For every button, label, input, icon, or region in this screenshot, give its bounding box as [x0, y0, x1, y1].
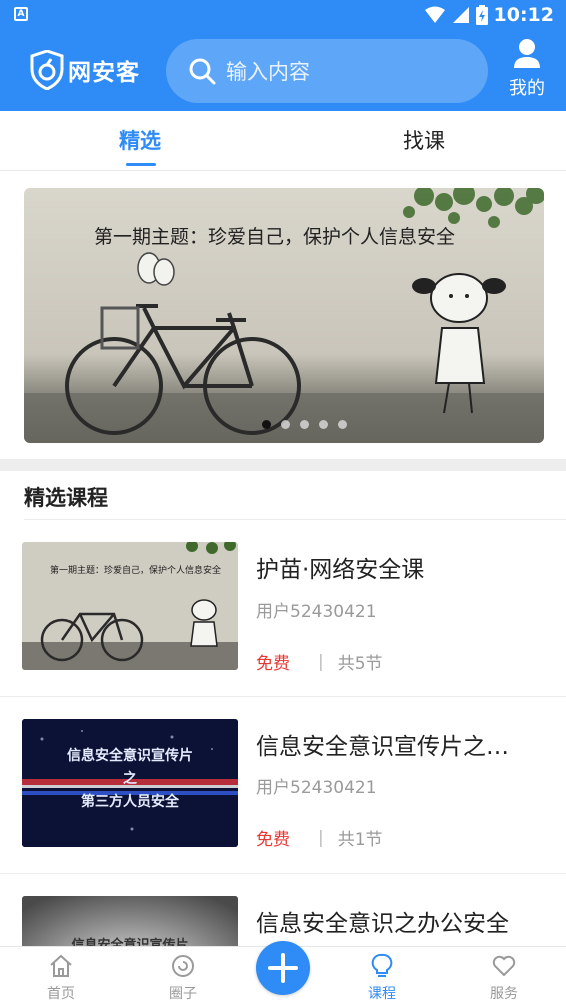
course-title: 信息安全意识之办公安全: [256, 911, 509, 937]
user-icon: [514, 39, 540, 68]
me-label: 我的: [509, 78, 545, 99]
search-icon: [189, 58, 216, 85]
shield-logo-icon: [30, 50, 64, 90]
tab-indicator: [126, 163, 156, 166]
thumb-caption: 第一期主题：珍爱自己，保护个人信息安全: [50, 566, 222, 576]
section-title: 精选课程: [24, 486, 108, 510]
me-button[interactable]: 我的: [506, 38, 548, 104]
banner-caption: 第一期主题：珍爱自己，保护个人信息安全: [94, 226, 456, 248]
nav-label: 首页: [47, 986, 75, 1002]
nav-label: 服务: [490, 986, 518, 1002]
course-title: 护苗·网络安全课: [256, 557, 425, 583]
thumb-caption: 信息安全意识宣传片: [71, 938, 189, 946]
meta-separator: |: [318, 651, 324, 672]
course-meta: 免费 | 共1节: [256, 825, 383, 851]
course-item[interactable]: 第一期主题：珍爱自己，保护个人信息安全 护苗·网络安全课 用户52430421 …: [0, 520, 566, 696]
carousel-dot[interactable]: [338, 420, 347, 429]
carousel-dot[interactable]: [319, 420, 328, 429]
course-thumbnail: 第一期主题：珍爱自己，保护个人信息安全: [22, 542, 238, 670]
status-bar: A 10:12: [0, 0, 566, 30]
tab-featured[interactable]: 精选: [119, 125, 161, 155]
course-author: 用户52430421: [256, 778, 377, 798]
course-title: 信息安全意识宣传片之…: [256, 734, 509, 760]
battery-icon: [475, 5, 488, 25]
status-indicators: 10:12: [424, 4, 554, 26]
tab-find-course[interactable]: 找课: [403, 125, 445, 155]
carousel-dot[interactable]: [281, 420, 290, 429]
course-item[interactable]: 信息安全意识宣传片 之 第三方人员安全 信息安全意识宣传片之… 用户524304…: [0, 697, 566, 873]
tab-bar: 精选 找课: [0, 111, 566, 171]
signal-icon: [452, 7, 469, 23]
section-gap: [0, 459, 566, 471]
home-icon: [50, 954, 72, 977]
app-screen: A 10:12 网安客 输入内容 我的 精选 找课 第一期主题：珍爱自己，保护个…: [0, 0, 566, 1006]
heart-icon: [492, 955, 516, 977]
course-thumbnail: 信息安全意识宣传片: [22, 896, 238, 946]
nav-circle[interactable]: 圈子: [153, 953, 213, 1003]
carousel-dots: [262, 420, 347, 429]
course-lessons: 共5节: [337, 654, 383, 674]
search-bar[interactable]: 输入内容: [166, 39, 488, 103]
carousel-dot[interactable]: [300, 420, 309, 429]
nav-label: 圈子: [169, 986, 197, 1002]
course-author: 用户52430421: [256, 602, 377, 622]
course-price: 免费: [256, 654, 290, 674]
carousel-dot[interactable]: [262, 420, 271, 429]
circle-icon: [172, 955, 194, 977]
nav-home[interactable]: 首页: [31, 953, 91, 1003]
nav-course[interactable]: 课程: [352, 953, 412, 1003]
thumb-caption: 信息安全意识宣传片 之 第三方人员安全: [67, 748, 193, 810]
bulb-icon: [371, 953, 393, 977]
course-price: 免费: [256, 830, 290, 850]
plus-icon: [268, 953, 298, 983]
clock: 10:12: [493, 4, 554, 26]
notification-icon: A: [14, 7, 28, 21]
app-logo[interactable]: 网安客: [30, 48, 140, 92]
add-button[interactable]: [256, 941, 310, 995]
course-meta: 免费 | 共5节: [256, 649, 383, 675]
nav-service[interactable]: 服务: [474, 953, 534, 1003]
meta-separator: |: [318, 827, 324, 848]
banner-carousel[interactable]: 第一期主题：珍爱自己，保护个人信息安全: [24, 188, 544, 443]
nav-label: 课程: [368, 986, 396, 1002]
wifi-icon: [424, 6, 445, 23]
search-placeholder: 输入内容: [226, 60, 310, 84]
app-header: 网安客 输入内容 我的: [0, 30, 566, 111]
logo-text: 网安客: [68, 60, 140, 86]
course-thumbnail: 信息安全意识宣传片 之 第三方人员安全: [22, 719, 238, 847]
course-lessons: 共1节: [337, 830, 383, 850]
